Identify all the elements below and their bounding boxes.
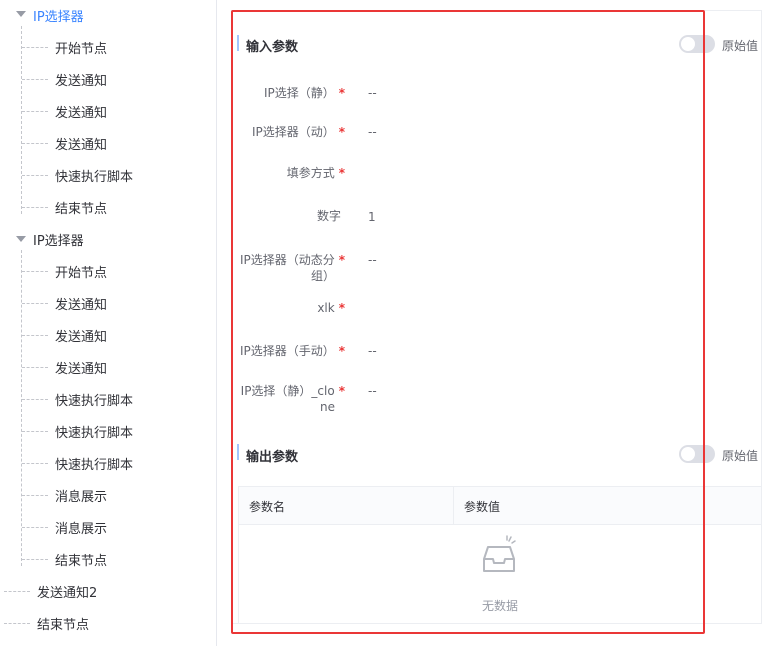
tree-node[interactable]: 开始节点	[55, 262, 107, 281]
input-params-title: 输入参数	[246, 40, 299, 55]
field-label: IP选择（静） *	[263, 86, 345, 100]
output-params-table: 参数名 参数值 无数据	[238, 486, 762, 624]
caret-down-icon[interactable]	[16, 236, 26, 242]
tree-guide-line	[21, 26, 22, 214]
tree-node[interactable]: 结束节点	[55, 550, 107, 569]
field-label: xlk *	[317, 301, 345, 315]
field-label: IP选择器（手动） *	[239, 344, 345, 358]
column-header-param-name: 参数名	[249, 500, 286, 514]
tree-branch	[22, 367, 48, 368]
field-value: --	[368, 344, 377, 358]
tree-node[interactable]: 快速执行脚本	[55, 422, 133, 441]
empty-inbox-icon	[483, 535, 516, 572]
tree-branch	[22, 47, 48, 48]
field-label: 填参方式 *	[286, 166, 345, 180]
tree-branch	[22, 399, 48, 400]
tree-group-title[interactable]: IP选择器	[33, 230, 84, 249]
output-params-title: 输出参数	[246, 450, 299, 465]
tree-branch	[22, 463, 48, 464]
tree-node[interactable]: 结束节点	[37, 614, 89, 633]
field-label: IP选择（静）_clo * ne	[240, 384, 345, 414]
section-accent-bar	[237, 35, 239, 51]
tree-branch	[4, 591, 30, 592]
field-value: --	[368, 86, 377, 100]
tree-node[interactable]: 消息展示	[55, 486, 107, 505]
field-value: --	[368, 125, 377, 139]
tree-node[interactable]: 发送通知	[55, 294, 107, 313]
tree-node[interactable]: 发送通知	[55, 102, 107, 121]
tree-node[interactable]: 快速执行脚本	[55, 454, 133, 473]
tree-node[interactable]: 快速执行脚本	[55, 390, 133, 409]
tree-branch	[4, 623, 30, 624]
raw-value-toggle[interactable]	[679, 445, 715, 463]
raw-value-toggle-label: 原始值	[722, 39, 759, 53]
field-label: IP选择器（动） *	[251, 125, 345, 139]
column-divider	[453, 487, 454, 524]
tree-node[interactable]: 发送通知	[55, 326, 107, 345]
tree-branch	[22, 175, 48, 176]
caret-down-icon[interactable]	[16, 11, 26, 17]
tree-branch	[22, 495, 48, 496]
tree-node[interactable]: 发送通知	[55, 70, 107, 89]
column-header-param-value: 参数值	[464, 500, 501, 514]
tree-node[interactable]: 消息展示	[55, 518, 107, 537]
tree-branch	[22, 335, 48, 336]
tree-node[interactable]: 结束节点	[55, 198, 107, 217]
tree-branch	[22, 271, 48, 272]
tree-node[interactable]: 发送通知2	[37, 582, 97, 601]
tree-branch	[22, 143, 48, 144]
tree-guide-line	[21, 250, 22, 566]
field-label: IP选择器（动态分 * 组）	[239, 253, 345, 283]
tree-branch	[22, 527, 48, 528]
tree-branch	[22, 79, 48, 80]
empty-state-text: 无数据	[481, 599, 518, 613]
tree-branch	[22, 431, 48, 432]
tree-branch	[22, 111, 48, 112]
table-header: 参数名 参数值	[239, 487, 761, 525]
field-value: 1	[368, 210, 376, 224]
raw-value-toggle[interactable]	[679, 35, 715, 53]
tree-group-title[interactable]: IP选择器	[33, 6, 84, 25]
tree-branch	[22, 559, 48, 560]
tree-node[interactable]: 开始节点	[55, 38, 107, 57]
node-tree: IP选择器 开始节点 发送通知 发送通知 发送通知 快速执行脚本 结束节点 IP…	[0, 0, 217, 646]
field-label: 数字	[316, 209, 341, 223]
tree-node[interactable]: 发送通知	[55, 358, 107, 377]
raw-value-toggle-label: 原始值	[722, 449, 759, 463]
tree-node[interactable]: 快速执行脚本	[55, 166, 133, 185]
section-accent-bar	[237, 444, 239, 460]
field-value: --	[368, 253, 377, 267]
field-value: --	[368, 384, 377, 398]
tree-node[interactable]: 发送通知	[55, 134, 107, 153]
tree-branch	[22, 303, 48, 304]
tree-branch	[22, 207, 48, 208]
